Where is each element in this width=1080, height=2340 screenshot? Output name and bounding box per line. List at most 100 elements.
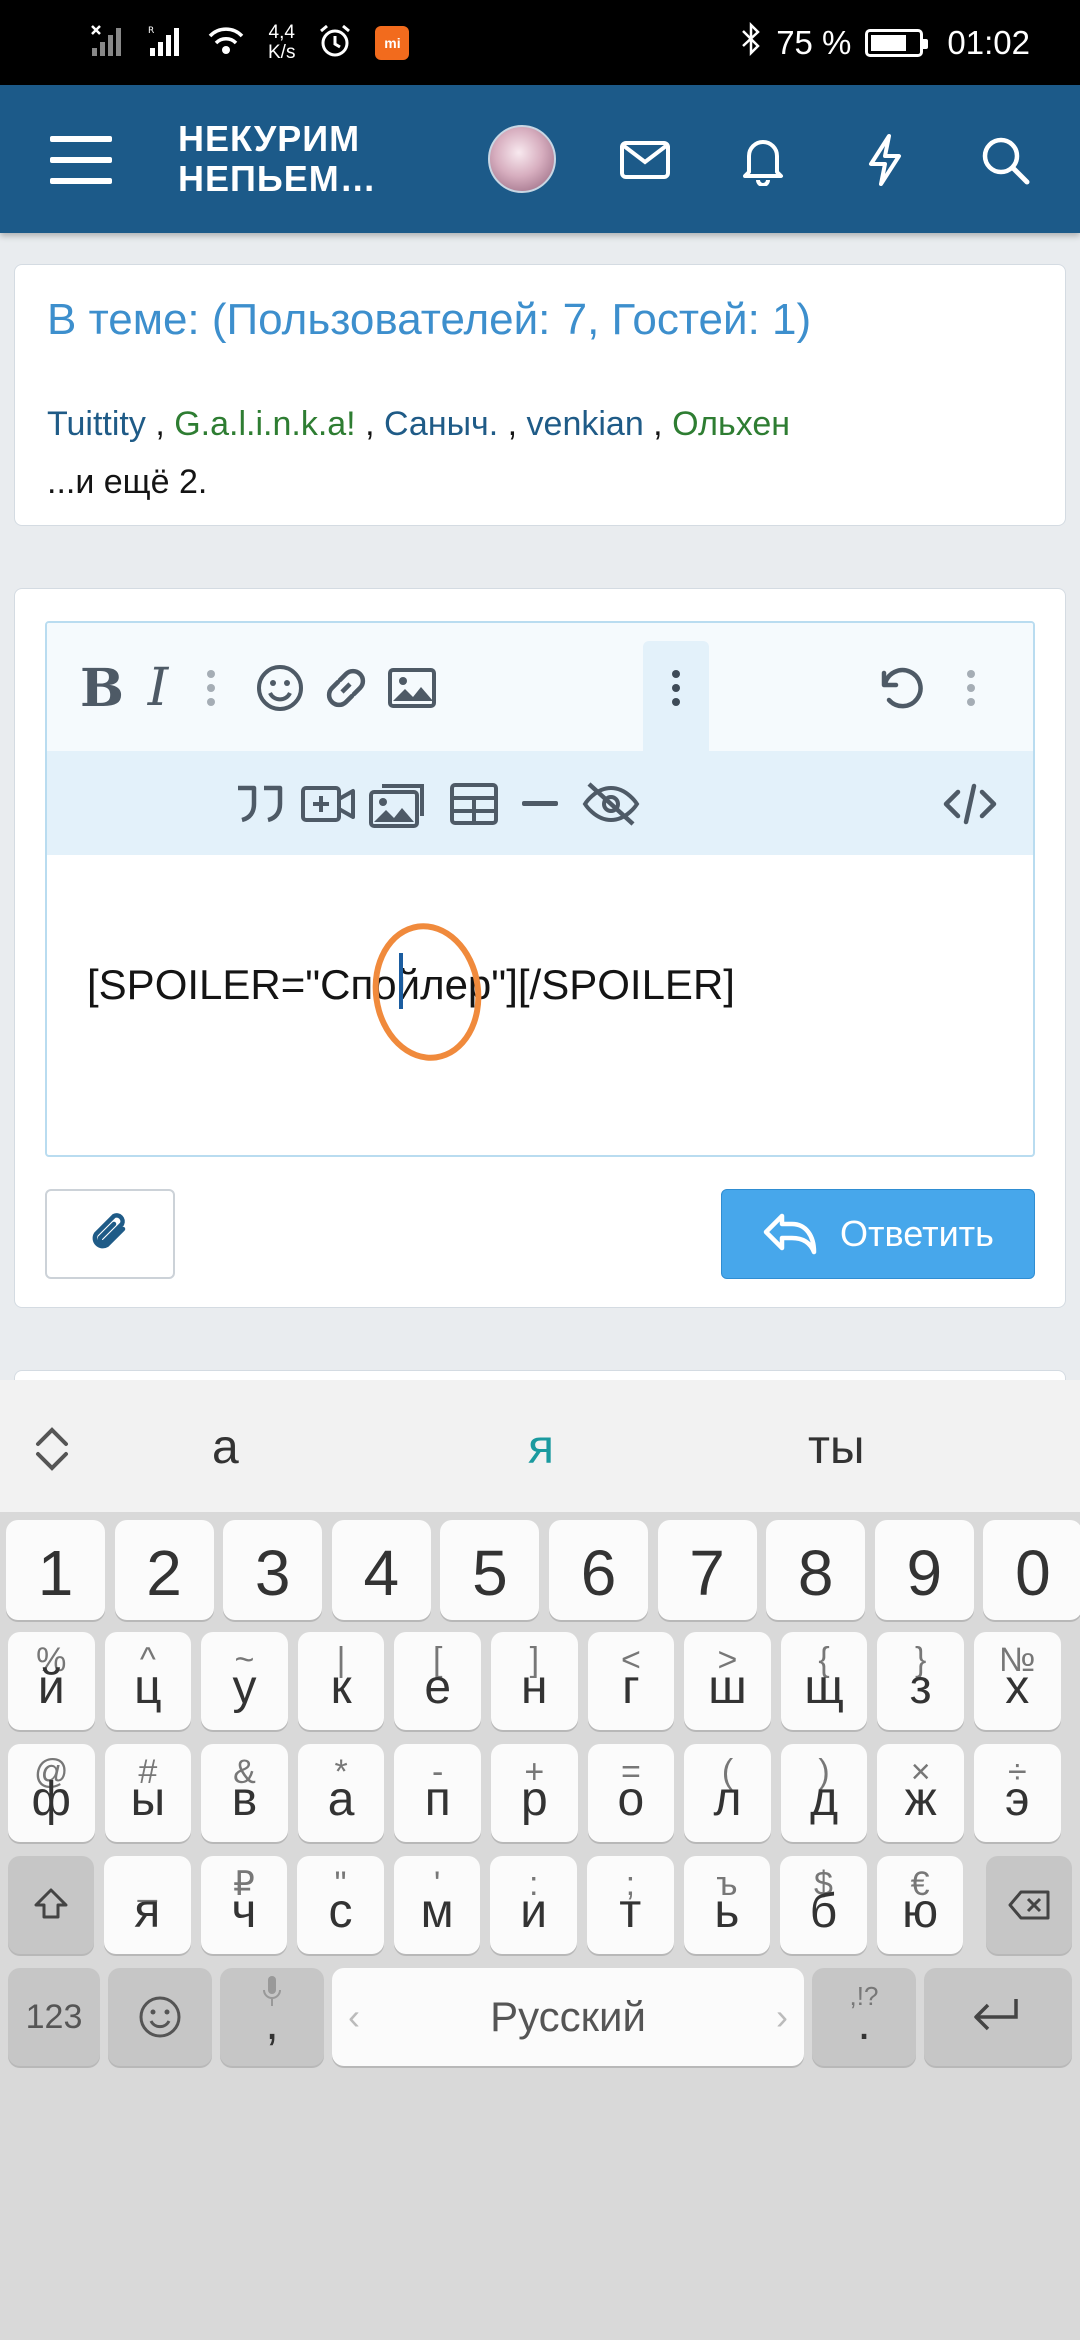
key-label: л bbox=[713, 1773, 742, 1826]
link-icon[interactable] bbox=[311, 653, 381, 723]
menu-icon[interactable] bbox=[46, 125, 116, 195]
number-key[interactable]: 2 bbox=[114, 1520, 214, 1620]
letter-key[interactable]: ъь bbox=[683, 1856, 771, 1954]
letter-key[interactable]: & в bbox=[201, 1744, 288, 1842]
period-key[interactable]: ,!?. bbox=[812, 1968, 916, 2066]
letter-key[interactable]: [е bbox=[394, 1632, 481, 1730]
key-label: 1 bbox=[37, 1537, 74, 1609]
letter-key[interactable]: -п bbox=[394, 1744, 481, 1842]
attach-files-button[interactable] bbox=[45, 1189, 175, 1279]
number-key[interactable]: 5 bbox=[440, 1520, 540, 1620]
letter-key[interactable]: ; т bbox=[587, 1856, 674, 1954]
user-link[interactable]: Саныч. bbox=[384, 405, 498, 443]
letter-key[interactable]: # ы bbox=[104, 1744, 192, 1842]
viewers-title: В теме: (Пользователей: 7, Гостей: 1) bbox=[47, 295, 812, 344]
key-label: х bbox=[1005, 1661, 1030, 1714]
shift-key[interactable] bbox=[8, 1856, 94, 1954]
battery-percent: 75 % bbox=[776, 24, 852, 61]
user-link[interactable]: Tuittity bbox=[47, 405, 146, 443]
letter-key[interactable]: × ж bbox=[877, 1744, 964, 1842]
letter-key[interactable]: _ я bbox=[104, 1856, 191, 1954]
letter-key[interactable]: € ю bbox=[876, 1856, 964, 1954]
key-label: д bbox=[810, 1773, 839, 1826]
letter-key[interactable]: :и bbox=[490, 1856, 577, 1954]
expand-suggestions-icon[interactable] bbox=[30, 1424, 74, 1479]
gallery-icon[interactable] bbox=[361, 769, 437, 839]
key-label: п bbox=[424, 1773, 451, 1826]
media-icon[interactable] bbox=[293, 769, 363, 839]
spoiler-hide-icon[interactable] bbox=[573, 769, 649, 839]
emoji-icon[interactable] bbox=[245, 653, 315, 723]
letter-key[interactable]: ₽ ч bbox=[200, 1856, 288, 1954]
number-key[interactable]: 3 bbox=[223, 1520, 323, 1620]
letter-key[interactable]: > ш bbox=[684, 1632, 771, 1730]
undo-icon[interactable] bbox=[863, 653, 933, 723]
enter-key[interactable] bbox=[924, 1968, 1072, 2066]
letter-key[interactable]: % й bbox=[8, 1632, 95, 1730]
number-key[interactable]: 9 bbox=[874, 1520, 974, 1620]
letter-key[interactable]: " с bbox=[297, 1856, 384, 1954]
letter-key[interactable]: ^ ц bbox=[104, 1632, 192, 1730]
number-key[interactable]: 1 bbox=[6, 1520, 105, 1620]
letter-key[interactable]: ÷ э bbox=[974, 1744, 1061, 1842]
thread-viewers-card: В теме: (Пользователей: 7, Гостей: 1) Tu… bbox=[14, 264, 1066, 526]
image-icon[interactable] bbox=[377, 653, 447, 723]
key-label: 9 bbox=[906, 1537, 943, 1609]
letter-key[interactable]: } з bbox=[877, 1632, 964, 1730]
comma-key[interactable]: , bbox=[220, 1968, 324, 2066]
letter-key[interactable]: < г bbox=[587, 1632, 675, 1730]
enter-icon bbox=[974, 1999, 1018, 2031]
number-key[interactable]: 0 bbox=[983, 1520, 1080, 1620]
site-logo[interactable]: НЕКУРИМ НЕПЬЕМ… bbox=[178, 119, 377, 199]
user-link[interactable]: venkian bbox=[527, 405, 644, 443]
key-label: а bbox=[327, 1773, 355, 1826]
italic-button[interactable]: I bbox=[123, 653, 193, 723]
horizontal-line-icon[interactable] bbox=[505, 769, 575, 839]
key-label: с bbox=[328, 1885, 353, 1938]
site-title-line2: НЕПЬЕМ… bbox=[178, 158, 377, 199]
number-key[interactable]: 6 bbox=[549, 1520, 648, 1620]
letter-key[interactable]: $ б bbox=[780, 1856, 867, 1954]
bolt-icon[interactable] bbox=[850, 125, 920, 195]
space-key[interactable]: Русский ‹ › bbox=[332, 1968, 804, 2066]
letter-key[interactable]: ' м bbox=[393, 1856, 481, 1954]
reply-button[interactable]: Ответить bbox=[721, 1189, 1035, 1279]
letter-key[interactable]: ) д bbox=[780, 1744, 868, 1842]
bell-icon[interactable] bbox=[728, 125, 798, 195]
suggestion-2[interactable]: я bbox=[528, 1420, 554, 1475]
number-key[interactable]: 7 bbox=[657, 1520, 757, 1620]
letter-key[interactable]: ] н bbox=[491, 1632, 578, 1730]
letter-key[interactable]: № х bbox=[974, 1632, 1061, 1730]
letter-key[interactable]: {щ bbox=[780, 1632, 868, 1730]
mi-app-icon: mi bbox=[375, 26, 410, 60]
user-link[interactable]: Ольхен bbox=[672, 405, 790, 443]
key-label: ч bbox=[231, 1885, 257, 1938]
letter-key[interactable]: ~ у bbox=[201, 1632, 288, 1730]
suggestion-3[interactable]: ты bbox=[808, 1420, 864, 1475]
table-icon[interactable] bbox=[439, 769, 509, 839]
number-key[interactable]: 8 bbox=[766, 1520, 866, 1620]
avatar[interactable] bbox=[488, 125, 556, 193]
more-options-active-icon[interactable] bbox=[643, 653, 709, 723]
code-icon[interactable] bbox=[935, 769, 1005, 839]
number-key[interactable]: 4 bbox=[331, 1520, 431, 1620]
user-link[interactable]: G.a.l.i.n.k.a! bbox=[174, 405, 355, 443]
letter-key[interactable]: = о bbox=[587, 1744, 675, 1842]
battery-icon bbox=[865, 29, 929, 57]
suggestion-1[interactable]: а bbox=[212, 1420, 239, 1475]
editor-toolbar-main: B I bbox=[47, 623, 1033, 751]
more-vertical-icon[interactable] bbox=[947, 653, 995, 723]
mail-icon[interactable] bbox=[610, 125, 680, 195]
reply-button-label: Ответить bbox=[840, 1213, 994, 1254]
search-icon[interactable] bbox=[970, 125, 1040, 195]
letter-key[interactable]: | к bbox=[297, 1632, 385, 1730]
letter-key[interactable]: * а bbox=[297, 1744, 385, 1842]
symbols-key[interactable]: 123 bbox=[8, 1968, 100, 2066]
letter-key[interactable]: @ ф bbox=[8, 1744, 95, 1842]
letter-key[interactable]: (л bbox=[684, 1744, 771, 1842]
backspace-key[interactable] bbox=[986, 1856, 1072, 1954]
quote-icon[interactable] bbox=[225, 769, 295, 839]
letter-key[interactable]: + р bbox=[491, 1744, 578, 1842]
emoji-key[interactable] bbox=[108, 1968, 212, 2066]
more-vertical-icon[interactable] bbox=[193, 653, 229, 723]
